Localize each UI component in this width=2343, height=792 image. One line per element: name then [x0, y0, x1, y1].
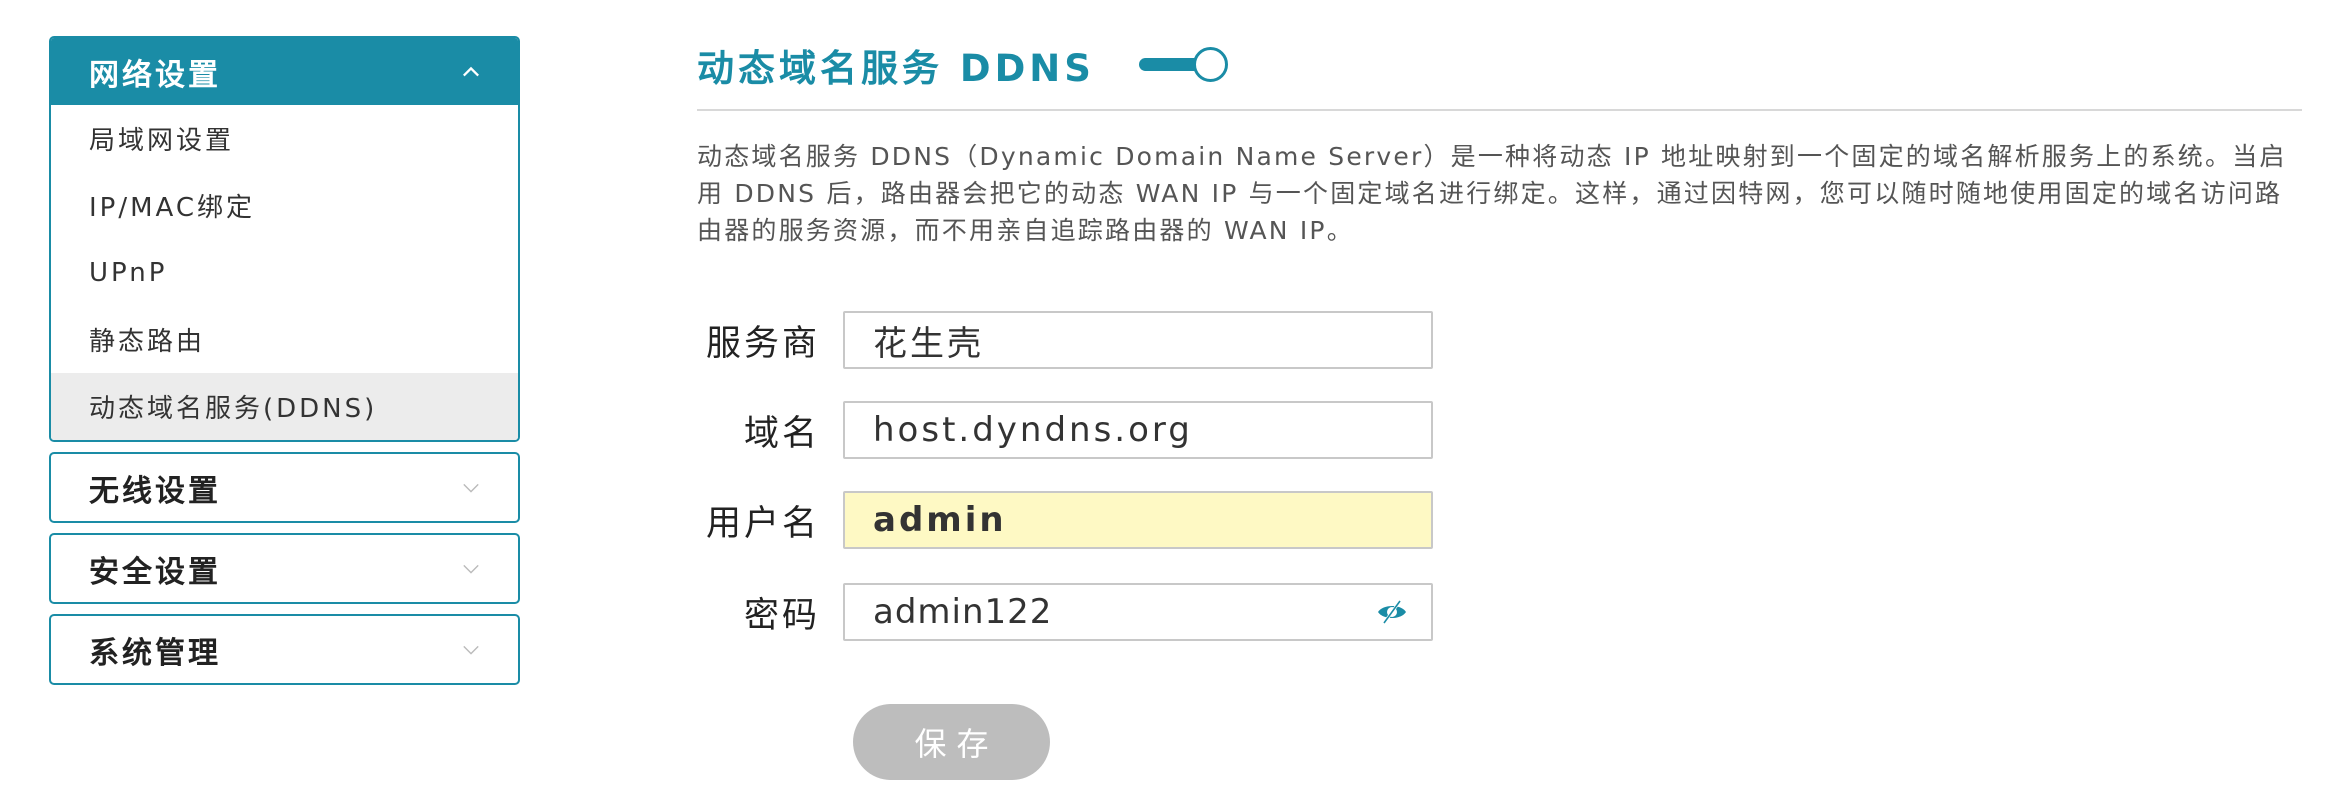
chevron-up-icon	[463, 66, 479, 76]
page-title: 动态域名服务 DDNS	[697, 47, 1095, 90]
nav-group-system-header[interactable]: 系统管理	[51, 616, 518, 683]
domain-row: 域名 host.dyndns.org	[690, 400, 1433, 460]
nav-group-security[interactable]: 安全设置	[49, 533, 520, 604]
sidebar-item-label: UPnP	[89, 257, 168, 288]
provider-select[interactable]: 花生壳	[843, 311, 1433, 369]
password-field-wrapper: admin122	[843, 583, 1433, 641]
nav-group-wireless-header[interactable]: 无线设置	[51, 454, 518, 521]
ddns-description: 动态域名服务 DDNS（Dynamic Domain Name Server）是…	[697, 142, 2287, 245]
sidebar-item-ip-mac-binding[interactable]: IP/MAC绑定	[51, 172, 518, 239]
username-input[interactable]: admin	[843, 491, 1433, 549]
sidebar-item-ddns[interactable]: 动态域名服务(DDNS)	[51, 373, 518, 440]
sidebar-item-static-route[interactable]: 静态路由	[51, 306, 518, 373]
nav-group-network-header[interactable]: 网络设置	[51, 38, 518, 105]
nav-group-system-label: 系统管理	[89, 635, 221, 671]
sidebar-item-upnp[interactable]: UPnP	[51, 239, 518, 306]
save-button[interactable]: 保存	[853, 704, 1050, 780]
provider-row: 服务商 花生壳	[690, 310, 1433, 370]
domain-input[interactable]: host.dyndns.org	[843, 401, 1433, 459]
chevron-down-icon	[463, 483, 479, 493]
sidebar-nav: 网络设置 局域网设置 IP/MAC绑定 UPnP 静态路由 动态域名服务(DDN…	[49, 36, 520, 695]
provider-label: 服务商	[705, 323, 820, 364]
password-row: 密码 admin122	[690, 582, 1433, 642]
nav-group-network-label: 网络设置	[89, 57, 221, 93]
nav-group-network-submenu: 局域网设置 IP/MAC绑定 UPnP 静态路由 动态域名服务(DDNS)	[51, 105, 518, 440]
chevron-down-icon	[463, 645, 479, 655]
nav-group-security-header[interactable]: 安全设置	[51, 535, 518, 602]
title-divider	[697, 109, 2302, 111]
chevron-down-icon	[463, 564, 479, 574]
toggle-knob	[1192, 47, 1228, 82]
domain-label: 域名	[743, 413, 820, 454]
nav-group-wireless[interactable]: 无线设置	[49, 452, 520, 523]
nav-group-network: 网络设置 局域网设置 IP/MAC绑定 UPnP 静态路由 动态域名服务(DDN…	[49, 36, 520, 442]
password-input[interactable]: admin122	[843, 583, 1433, 641]
nav-group-wireless-label: 无线设置	[89, 473, 221, 509]
nav-group-security-label: 安全设置	[89, 554, 221, 590]
nav-group-system[interactable]: 系统管理	[49, 614, 520, 685]
sidebar-item-label: 动态域名服务(DDNS)	[89, 394, 378, 424]
sidebar-item-lan[interactable]: 局域网设置	[51, 105, 518, 172]
password-label: 密码	[743, 595, 820, 636]
username-label: 用户名	[705, 503, 820, 544]
ddns-enable-toggle[interactable]	[1135, 45, 1239, 85]
username-row: 用户名 admin	[690, 490, 1433, 550]
sidebar-item-label: 局域网设置	[89, 126, 235, 156]
sidebar-item-label: 静态路由	[89, 327, 206, 357]
eye-slash-icon[interactable]	[1375, 598, 1409, 626]
page-header: 动态域名服务 DDNS	[697, 38, 1239, 92]
sidebar-item-label: IP/MAC绑定	[89, 193, 256, 223]
